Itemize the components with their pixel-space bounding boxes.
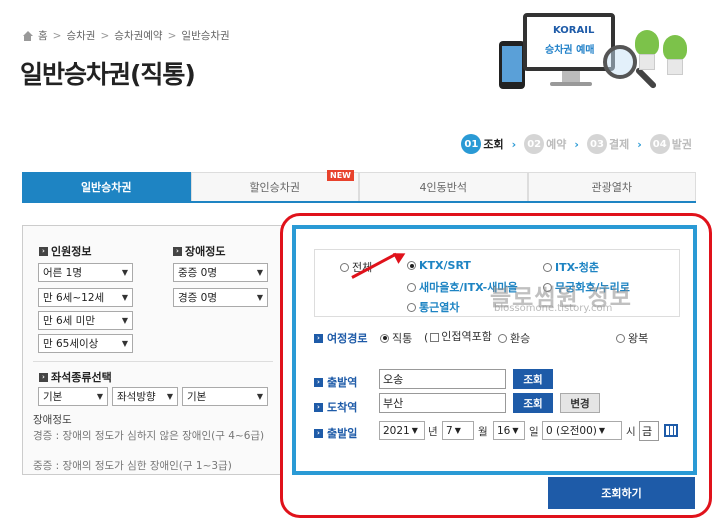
senior-select[interactable]: 만 65세이상 ▼ bbox=[38, 334, 133, 353]
korail-logo: KORAIL bbox=[553, 25, 595, 36]
tab-tour-train[interactable]: 관광열차 bbox=[527, 172, 696, 201]
mild-disability-select[interactable]: 경증 0명 ▼ bbox=[173, 288, 268, 307]
chevron-right-icon: › bbox=[637, 137, 642, 151]
breadcrumb-item[interactable]: 승차권 bbox=[66, 28, 95, 43]
seat-type-select[interactable]: 기본 ▼ bbox=[38, 387, 108, 406]
step-payment: 03 결제 bbox=[586, 134, 629, 154]
chevron-down-icon: ▼ bbox=[256, 392, 263, 401]
magnifier-handle bbox=[634, 66, 658, 90]
chevron-right-icon: › bbox=[39, 246, 48, 256]
plant-icon bbox=[663, 35, 687, 75]
chevron-down-icon: ▼ bbox=[121, 316, 128, 325]
step-reserve: 02 예약 bbox=[524, 134, 566, 154]
seat-option-select[interactable]: 기본 ▼ bbox=[182, 387, 268, 406]
ticket-tabs: 일반승차권 할인승차권 NEW 4인동반석 관광열차 bbox=[22, 170, 696, 203]
chevron-right-icon: > bbox=[52, 29, 62, 42]
monitor-icon: KORAIL 승차권 예매 bbox=[523, 13, 615, 71]
chevron-down-icon: ▼ bbox=[256, 293, 263, 302]
search-button[interactable]: 조회하기 bbox=[548, 477, 695, 509]
phone-icon bbox=[499, 41, 525, 89]
chevron-right-icon: › bbox=[39, 372, 48, 382]
chevron-down-icon: ▼ bbox=[96, 392, 103, 401]
severe-disability-select[interactable]: 중증 0명 ▼ bbox=[173, 263, 268, 282]
disability-note-title: 장애정도 bbox=[33, 414, 72, 426]
passenger-info-title: › 인원정보 bbox=[39, 243, 91, 259]
brand-subtitle: 승차권 예매 bbox=[545, 45, 595, 56]
chevron-right-icon: › bbox=[511, 137, 517, 151]
reservation-steps: 01 조회 › 02 예약 › 03 결제 › 04 발권 bbox=[461, 134, 692, 154]
chevron-down-icon: ▼ bbox=[121, 293, 128, 302]
breadcrumb-item: 일반승차권 bbox=[181, 30, 230, 42]
disability-title: › 장애정도 bbox=[173, 243, 225, 259]
chevron-right-icon: > bbox=[167, 29, 177, 42]
chevron-down-icon: ▼ bbox=[121, 339, 128, 348]
disability-note-mild: 경증 : 장애의 정도가 심하지 않은 장애인(구 4~6급) bbox=[33, 430, 265, 442]
new-badge: NEW bbox=[327, 170, 354, 181]
breadcrumb-home[interactable]: 홈 bbox=[38, 28, 48, 43]
chevron-right-icon: › bbox=[574, 137, 579, 151]
step-search: 01 조회 bbox=[461, 134, 504, 154]
divider bbox=[33, 361, 273, 362]
step-ticketing: 04 발권 bbox=[649, 134, 692, 154]
chevron-down-icon: ▼ bbox=[121, 268, 128, 277]
chevron-right-icon: › bbox=[173, 246, 182, 256]
plant-icon bbox=[635, 30, 659, 70]
chevron-down-icon: ▼ bbox=[256, 268, 263, 277]
passenger-panel: › 인원정보 › 장애정도 어른 1명 ▼ 중증 0명 ▼ 만 6세~12세 ▼ 경증 0… bbox=[22, 225, 282, 475]
page-title: 일반승차권(직통) bbox=[20, 60, 196, 89]
breadcrumb-item[interactable]: 승차권예약 bbox=[114, 28, 162, 43]
seat-type-title: › 좌석종류선택 bbox=[39, 369, 112, 385]
tab-four-seat[interactable]: 4인동반석 bbox=[359, 172, 528, 201]
chevron-down-icon: ▼ bbox=[166, 392, 173, 401]
seat-direction-select[interactable]: 좌석방향 ▼ bbox=[112, 387, 178, 406]
tab-general-ticket[interactable]: 일반승차권 bbox=[22, 172, 191, 201]
disability-note-severe: 중증 : 장애의 정도가 심한 장애인(구 1~3급) bbox=[33, 460, 232, 472]
infant-select[interactable]: 만 6세 미만 ▼ bbox=[38, 311, 133, 330]
tab-discount-ticket[interactable]: 할인승차권 NEW bbox=[190, 170, 359, 201]
breadcrumb: 홈 > 승차권 > 승차권예약 > 일반승차권 bbox=[22, 28, 230, 43]
hero-illustration: KORAIL 승차권 예매 bbox=[495, 5, 695, 105]
chevron-right-icon: > bbox=[100, 29, 110, 42]
adult-select[interactable]: 어른 1명 ▼ bbox=[38, 263, 133, 282]
home-icon[interactable] bbox=[22, 30, 33, 41]
child-select[interactable]: 만 6세~12세 ▼ bbox=[38, 288, 133, 307]
monitor-base bbox=[550, 82, 592, 86]
highlight-frame bbox=[280, 213, 712, 518]
magnifier-icon bbox=[603, 45, 637, 79]
